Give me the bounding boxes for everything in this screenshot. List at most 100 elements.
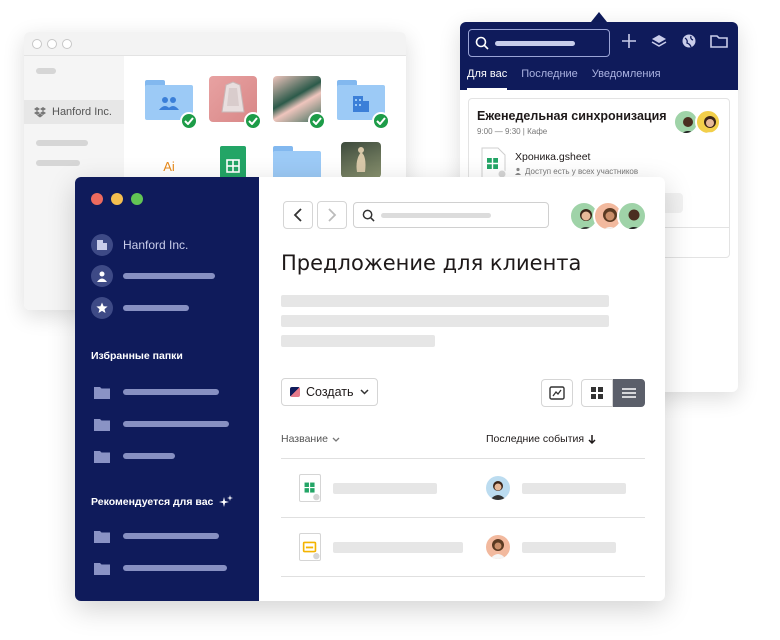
sidebar-placeholder xyxy=(123,453,175,459)
sparkle-icon xyxy=(219,495,234,507)
building-icon xyxy=(91,234,113,256)
folder-icon xyxy=(91,525,113,547)
arrow-down-icon xyxy=(588,434,596,444)
chevron-down-icon xyxy=(359,389,369,395)
spreadsheet-file-icon[interactable] xyxy=(220,146,246,180)
synced-check-icon xyxy=(180,112,198,130)
window-dot[interactable] xyxy=(47,38,57,49)
synced-check-icon xyxy=(308,112,326,130)
create-button-label: Создать xyxy=(306,385,354,399)
star-icon xyxy=(91,297,113,319)
sidebar-folder-item[interactable] xyxy=(91,381,219,403)
close-window-button[interactable] xyxy=(91,193,103,205)
avatar[interactable] xyxy=(617,201,647,231)
description-placeholder xyxy=(281,335,435,347)
popover-caret xyxy=(591,12,607,22)
main-sidebar: Hanford Inc. Избранные папки Рекомендует… xyxy=(75,177,259,601)
sidebar-folder-item[interactable] xyxy=(91,557,227,579)
activity-placeholder xyxy=(522,542,616,553)
synced-check-icon xyxy=(372,112,390,130)
tab-recent[interactable]: Последние xyxy=(521,68,578,90)
list-view-button[interactable] xyxy=(613,379,645,407)
folder-icon xyxy=(91,445,113,467)
grid-icon xyxy=(591,387,603,399)
search-icon xyxy=(362,209,375,222)
activity-placeholder xyxy=(522,483,626,494)
back-button[interactable] xyxy=(283,201,313,229)
recommended-heading: Рекомендуется для вас xyxy=(91,495,234,509)
sidebar-placeholder xyxy=(36,68,56,74)
illustrator-file-label: Ai xyxy=(163,158,175,174)
minimize-window-button[interactable] xyxy=(111,193,123,205)
forward-button[interactable] xyxy=(317,201,347,229)
event-file-access: Доступ есть у всех участников xyxy=(515,167,638,176)
event-meta: 9:00 — 9:30 | Кафе xyxy=(477,127,548,136)
sidebar-workspace-label: Hanford Inc. xyxy=(52,106,112,118)
window-dot[interactable] xyxy=(62,38,72,49)
maximize-window-button[interactable] xyxy=(131,193,143,205)
dropbox-icon xyxy=(34,106,46,117)
file-name-placeholder xyxy=(333,542,463,553)
column-activity-label: Последние события xyxy=(486,433,585,445)
tab-notifications[interactable]: Уведомления xyxy=(592,68,661,90)
sidebar-placeholder xyxy=(123,565,227,571)
notifications-header: Для вас Последние Уведомления xyxy=(460,22,738,90)
search-icon xyxy=(475,36,489,50)
sidebar-item-profile[interactable] xyxy=(91,265,215,287)
traffic-lights xyxy=(91,193,143,205)
statue-image xyxy=(356,147,366,172)
main-window: Hanford Inc. Избранные папки Рекомендует… xyxy=(75,177,665,601)
folder-icon xyxy=(91,381,113,403)
page-title: Предложение для клиента xyxy=(281,251,582,275)
chevron-down-icon xyxy=(332,437,340,442)
favorites-heading: Избранные папки xyxy=(91,350,183,362)
folder-icon xyxy=(91,557,113,579)
event-title: Еженедельная синхронизация xyxy=(477,109,667,123)
sidebar-item-starred[interactable] xyxy=(91,297,189,319)
grid-view-button[interactable] xyxy=(581,379,613,407)
chevron-right-icon xyxy=(328,208,337,222)
avatar xyxy=(486,535,510,559)
sidebar-placeholder xyxy=(36,140,88,146)
column-name-header[interactable]: Название xyxy=(281,433,340,445)
synced-check-icon xyxy=(244,112,262,130)
sidebar-item-workspace[interactable]: Hanford Inc. xyxy=(24,100,124,124)
sidebar-placeholder xyxy=(36,160,80,166)
row-divider xyxy=(281,458,645,459)
gsheet-file-icon xyxy=(299,474,321,502)
sidebar-folder-item[interactable] xyxy=(91,445,175,467)
main-content: Предложение для клиента Создать Название xyxy=(259,177,665,601)
sidebar-folder-item[interactable] xyxy=(91,525,219,547)
folder-icon[interactable] xyxy=(710,32,728,50)
sidebar-workspace-label: Hanford Inc. xyxy=(123,238,189,252)
sidebar-item-workspace[interactable]: Hanford Inc. xyxy=(91,234,188,256)
event-file-name[interactable]: Хроника.gsheet xyxy=(515,151,590,163)
image-thumbnail[interactable] xyxy=(341,142,381,178)
list-icon xyxy=(622,388,636,398)
file-name-placeholder xyxy=(333,483,437,494)
row-divider xyxy=(281,576,645,577)
notifications-tabs: Для вас Последние Уведомления xyxy=(467,68,661,90)
people-icon xyxy=(515,167,521,175)
tab-for-you[interactable]: Для вас xyxy=(467,68,508,90)
column-activity-header[interactable]: Последние события xyxy=(486,433,596,445)
building-icon xyxy=(353,95,369,112)
avatar xyxy=(486,476,510,500)
create-button[interactable]: Создать xyxy=(281,378,378,406)
plus-icon[interactable] xyxy=(620,32,638,50)
preview-toggle-button[interactable] xyxy=(541,379,573,407)
layers-icon[interactable] xyxy=(650,32,668,50)
app-collage: Hanford Inc. Ai Для вас Последние Уведом… xyxy=(0,0,780,640)
search-input[interactable] xyxy=(353,202,549,228)
sidebar-placeholder xyxy=(123,421,229,427)
globe-icon[interactable] xyxy=(680,32,698,50)
description-placeholder xyxy=(281,295,609,307)
sidebar-folder-item[interactable] xyxy=(91,413,229,435)
recommended-heading-label: Рекомендуется для вас xyxy=(91,496,214,508)
sidebar-placeholder xyxy=(123,389,219,395)
window-dot[interactable] xyxy=(32,38,42,49)
window-titlebar xyxy=(24,32,406,56)
search-placeholder xyxy=(381,212,491,218)
notifications-search-input[interactable] xyxy=(468,29,610,57)
gslides-file-icon xyxy=(299,533,321,561)
